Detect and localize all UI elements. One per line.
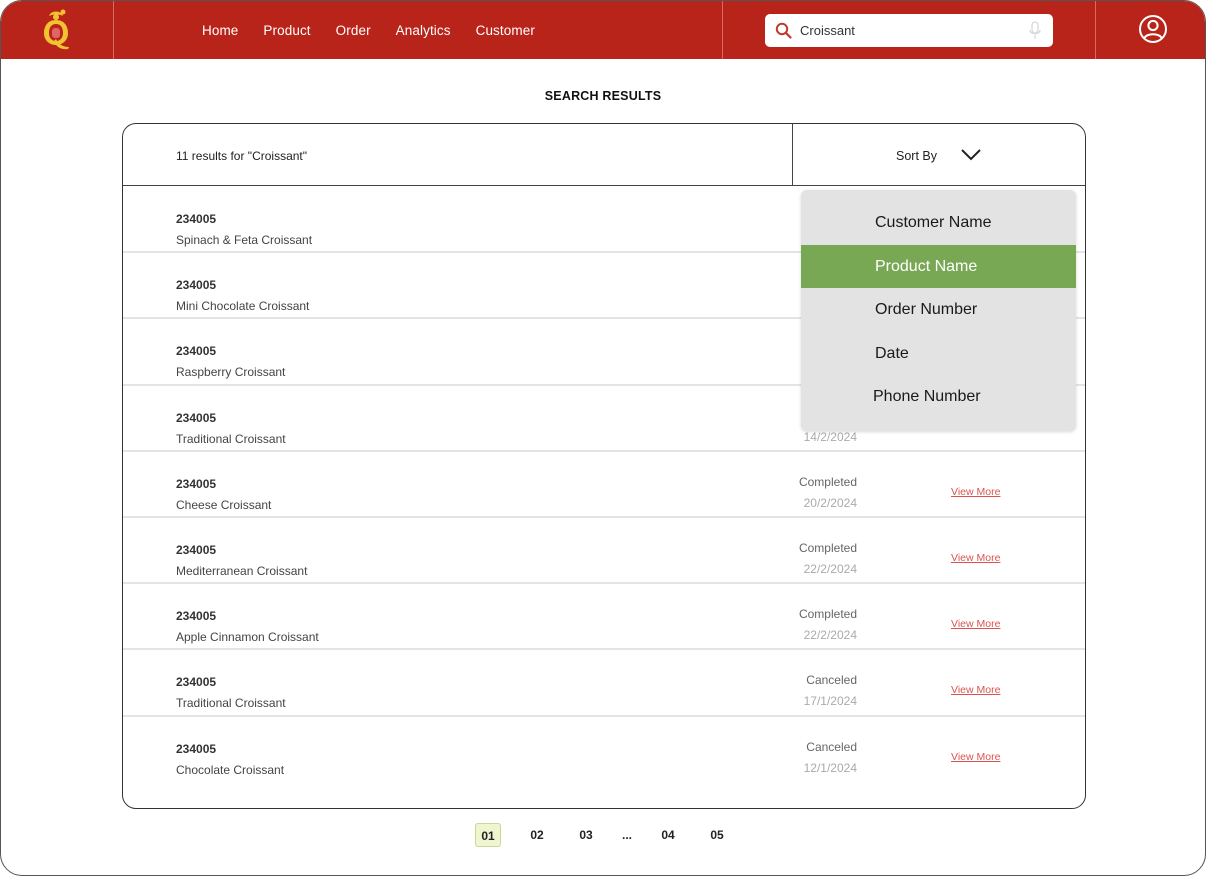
page-01-button[interactable]: 01 — [475, 823, 501, 847]
order-number: 234005 — [176, 476, 217, 491]
view-more-link[interactable]: View More — [951, 684, 1000, 696]
product-name: Mediterranean Croissant — [176, 563, 308, 578]
order-number: 234005 — [176, 675, 217, 690]
order-date: 20/2/2024 — [803, 495, 857, 510]
order-number: 234005 — [176, 344, 217, 359]
sort-option-date[interactable]: Date — [801, 332, 1076, 376]
app-window: Home Product Order Analytics Customer Cr… — [0, 0, 1206, 876]
microphone-icon[interactable] — [1029, 21, 1041, 40]
chevron-down-icon — [961, 149, 981, 161]
order-number: 234005 — [176, 278, 217, 293]
order-status: Canceled — [806, 739, 857, 754]
page-04-button[interactable]: 04 — [655, 823, 681, 847]
logo-area[interactable] — [1, 1, 114, 59]
nav-order[interactable]: Order — [336, 23, 371, 38]
order-number: 234005 — [176, 741, 217, 756]
order-number: 234005 — [176, 212, 217, 226]
page-ellipsis: ... — [622, 828, 633, 842]
search-input[interactable] — [800, 14, 1010, 47]
view-more-link[interactable]: View More — [951, 486, 1000, 498]
order-number: 234005 — [176, 609, 217, 624]
result-row: 234005 Traditional Croissant Canceled 17… — [123, 650, 1085, 717]
product-name: Raspberry Croissant — [176, 365, 286, 380]
order-number: 234005 — [176, 542, 217, 557]
sort-option-customer-name[interactable]: Customer Name — [801, 201, 1076, 245]
product-name: Cheese Croissant — [176, 497, 272, 512]
page-02-button[interactable]: 02 — [524, 823, 550, 847]
page-title: SEARCH RESULTS — [544, 89, 662, 103]
product-name: Traditional Croissant — [176, 431, 286, 446]
result-row: 234005 Chocolate Croissant Canceled 12/1… — [123, 717, 1085, 783]
results-header: 11 results for "Croissant" Sort By — [123, 124, 1085, 186]
view-more-link[interactable]: View More — [951, 552, 1000, 564]
result-row: 234005 Apple Cinnamon Croissant Complete… — [123, 584, 1085, 651]
user-account-icon[interactable] — [1138, 14, 1168, 44]
page-05-button[interactable]: 05 — [704, 823, 730, 847]
sort-option-order-number[interactable]: Order Number — [801, 288, 1076, 332]
main-nav: Home Product Order Analytics Customer — [202, 1, 560, 59]
nav-home[interactable]: Home — [202, 23, 238, 38]
search-icon[interactable] — [775, 22, 792, 39]
order-status: Completed — [798, 474, 857, 489]
order-status: Completed — [798, 540, 857, 555]
order-status: Canceled — [806, 673, 857, 688]
view-more-link[interactable]: View More — [951, 618, 1000, 630]
sort-by-dropdown: Customer Name Product Name Order Number … — [801, 190, 1076, 431]
product-name: Spinach & Feta Croissant — [176, 233, 313, 247]
product-name: Mini Chocolate Croissant — [176, 299, 310, 314]
order-date: 12/1/2024 — [803, 760, 857, 775]
order-date: 22/2/2024 — [803, 561, 857, 576]
sort-option-phone-number[interactable]: Phone Number — [801, 375, 1076, 419]
order-number: 234005 — [176, 410, 217, 425]
account-divider — [1095, 1, 1096, 59]
result-row: 234005 Mediterranean Croissant Completed… — [123, 518, 1085, 585]
sort-by-button[interactable]: Sort By — [793, 124, 1085, 186]
order-status: Completed — [798, 607, 857, 622]
sort-option-product-name[interactable]: Product Name — [801, 244, 1076, 289]
order-date: 22/2/2024 — [803, 628, 857, 643]
product-name: Chocolate Croissant — [176, 762, 285, 777]
nav-divider — [722, 1, 723, 59]
order-date: 17/1/2024 — [803, 694, 857, 709]
product-name: Traditional Croissant — [176, 696, 286, 711]
nav-customer[interactable]: Customer — [476, 23, 535, 38]
top-navigation-bar: Home Product Order Analytics Customer — [1, 1, 1205, 59]
order-date: 14/2/2024 — [803, 429, 857, 444]
view-more-link[interactable]: View More — [951, 751, 1000, 763]
search-bar[interactable] — [765, 14, 1053, 47]
nav-analytics[interactable]: Analytics — [396, 23, 451, 38]
results-count: 11 results for "Croissant" — [176, 149, 308, 163]
product-name: Apple Cinnamon Croissant — [176, 630, 319, 645]
nav-product[interactable]: Product — [263, 23, 310, 38]
pagination: 01 02 03 ... 04 05 — [475, 823, 753, 847]
brand-logo-icon — [44, 9, 69, 50]
sort-by-label: Sort By — [896, 149, 937, 163]
page-03-button[interactable]: 03 — [573, 823, 599, 847]
result-row: 234005 Cheese Croissant Completed 20/2/2… — [123, 452, 1085, 518]
